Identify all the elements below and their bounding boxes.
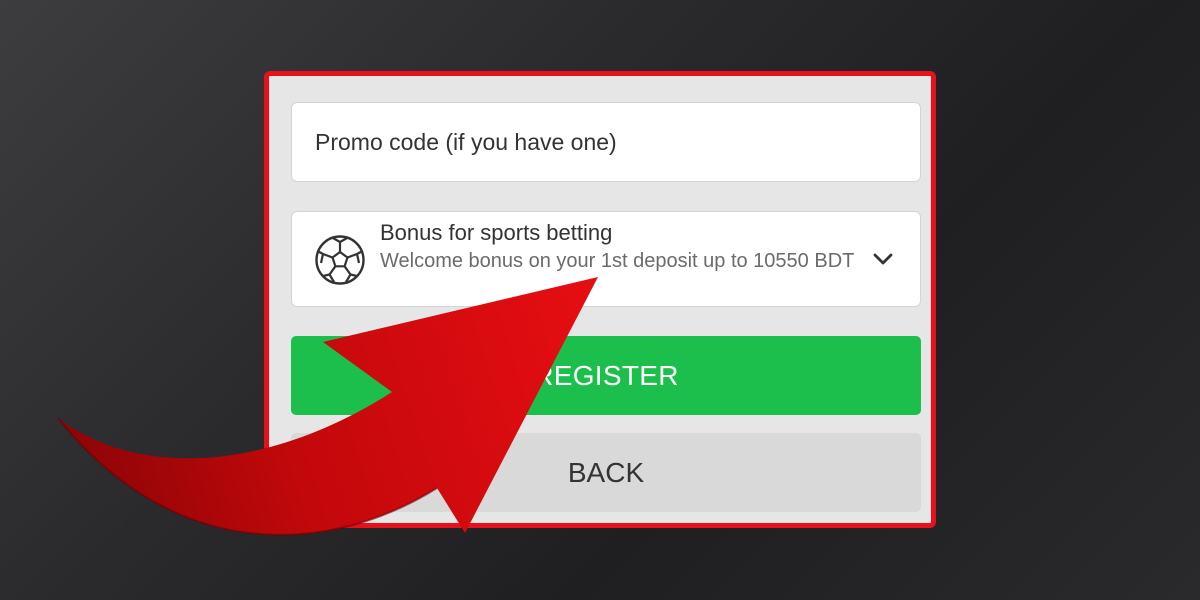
bonus-title: Bonus for sports betting — [380, 220, 613, 245]
register-button[interactable]: REGISTER — [291, 336, 921, 415]
bonus-description: Welcome bonus on your 1st deposit up to … — [380, 250, 855, 272]
background: Bonus for sports betting Welcome bonus o… — [0, 0, 1200, 600]
back-button[interactable]: BACK — [291, 433, 921, 512]
promo-code-input[interactable] — [291, 102, 921, 182]
registration-panel: Bonus for sports betting Welcome bonus o… — [264, 71, 936, 528]
bonus-select[interactable]: Bonus for sports betting Welcome bonus o… — [291, 211, 921, 307]
chevron-down-icon — [873, 253, 893, 265]
soccer-ball-icon — [315, 235, 365, 285]
